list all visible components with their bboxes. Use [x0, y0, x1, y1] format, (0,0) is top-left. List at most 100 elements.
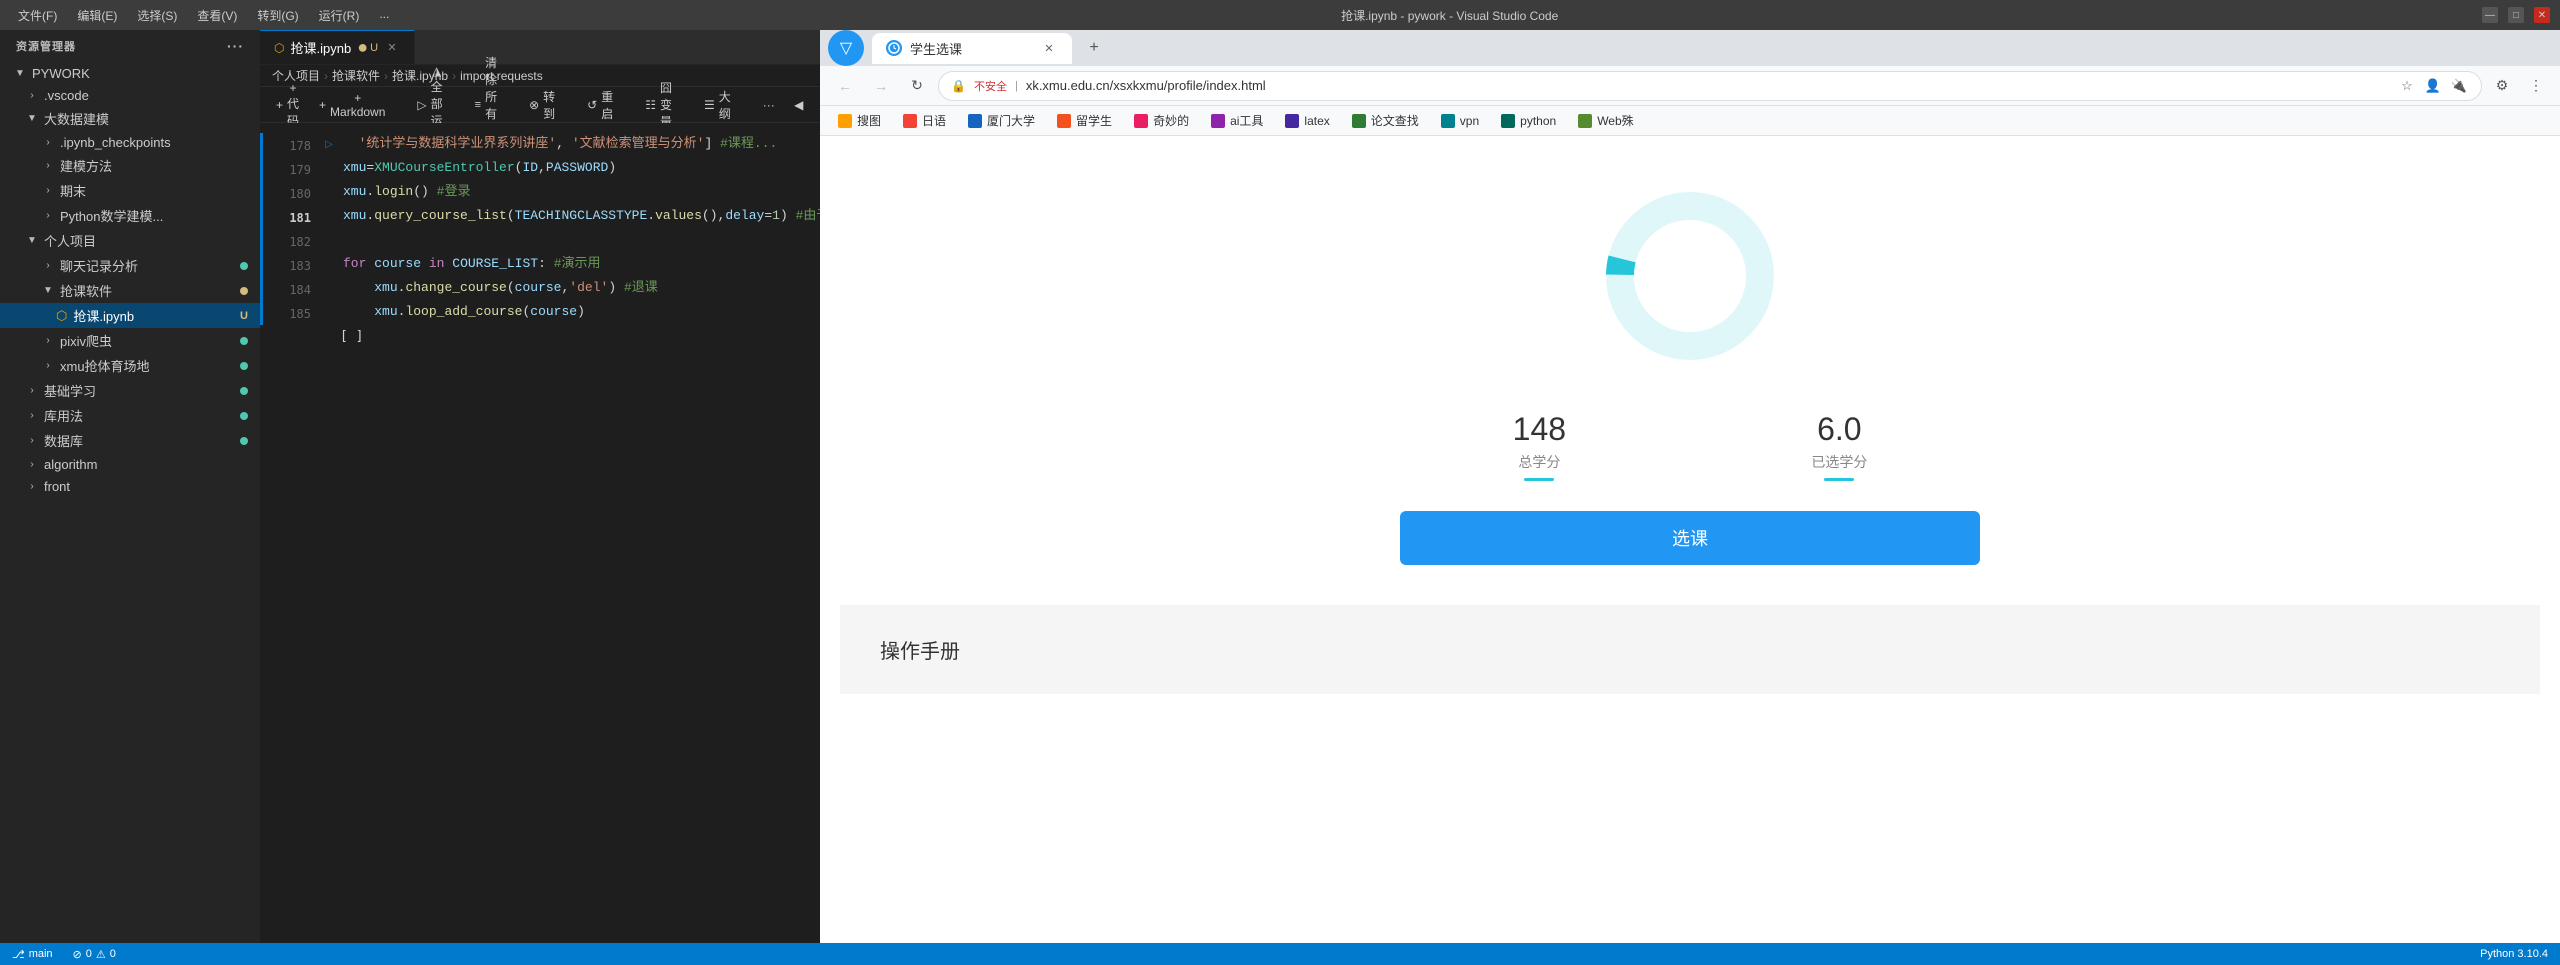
menu-bar[interactable]: 文件(F) 编辑(E) 选择(S) 查看(V) 转到(G) 运行(R) ...	[10, 5, 397, 26]
browser-tab-student[interactable]: 学生选课 ✕	[872, 33, 1072, 64]
output-value: [ ]	[340, 329, 363, 344]
menu-more[interactable]: ...	[371, 5, 397, 26]
browser-reload-button[interactable]: ↻	[902, 71, 932, 101]
menu-edit[interactable]: 编辑(E)	[69, 5, 125, 26]
sidebar-item-qiangke-ipynb[interactable]: ⬡ 抢课.ipynb U	[0, 303, 260, 328]
xmu-gym-label: xmu抢体育场地	[60, 356, 150, 375]
address-bar-input[interactable]	[1026, 78, 2389, 93]
breadcrumb-sep3: ›	[452, 69, 456, 83]
code-line-184[interactable]: xmu.change_course(course,'del') #退课	[343, 278, 820, 298]
extensions-button[interactable]: ⚙	[2488, 72, 2516, 100]
select-course-button[interactable]: 选课	[1400, 511, 1980, 565]
code-line-182[interactable]	[343, 230, 820, 250]
bookmark-vpn[interactable]: vpn	[1431, 111, 1489, 131]
sidebar-item-basic[interactable]: › 基础学习	[0, 378, 260, 403]
sidebar-item-xmu-gym[interactable]: › xmu抢体育场地	[0, 353, 260, 378]
browser-new-tab-button[interactable]: +	[1080, 34, 1108, 62]
sidebar-item-pixiv[interactable]: › pixiv爬虫	[0, 328, 260, 353]
browser-forward-button[interactable]: →	[866, 71, 896, 101]
sidebar-item-algorithm[interactable]: › algorithm	[0, 453, 260, 475]
sidebar-item-personal[interactable]: ▼ 个人项目	[0, 228, 260, 253]
pixiv-label: pixiv爬虫	[60, 331, 112, 350]
bookmark-star-icon[interactable]: ☆	[2397, 76, 2417, 96]
bookmark-sotux[interactable]: 搜图	[828, 109, 891, 132]
close-button[interactable]: ✕	[2534, 7, 2550, 23]
cell-run-button-184	[319, 278, 339, 298]
bookmark-label-sotux: 搜图	[857, 112, 881, 129]
restart-button[interactable]: ↺ 重启	[579, 85, 621, 125]
minimize-button[interactable]: —	[2482, 7, 2498, 23]
menu-view[interactable]: 查看(V)	[189, 5, 245, 26]
bookmark-japanese[interactable]: 日语	[893, 109, 956, 132]
profile-icon[interactable]: 👤	[2423, 76, 2443, 96]
code-line-185[interactable]: xmu.loop_add_course(course)	[343, 302, 820, 322]
code-line-178[interactable]: '统计学与数据科学业界系列讲座', '文献检索管理与分析'] #课程...	[343, 134, 820, 154]
total-credits-value: 148	[1513, 411, 1566, 448]
stats-container: 148 总学分 6.0 已选学分 选课	[1390, 176, 1990, 565]
run-ctrl-prev[interactable]: ◀	[787, 93, 811, 117]
convert-button[interactable]: ⊗ 转到	[521, 85, 563, 125]
convert-label: 转到	[543, 88, 555, 122]
more-button[interactable]: ···	[755, 95, 783, 115]
status-errors[interactable]: ⊘ 0 ⚠ 0	[69, 943, 120, 965]
status-branch[interactable]: ⎇ main	[8, 943, 57, 965]
sidebar-item-bigdata[interactable]: ▼ 大数据建模	[0, 106, 260, 131]
pywork-section-header[interactable]: ▼ PYWORK	[0, 62, 260, 84]
code-line-181[interactable]: xmu.query_course_list(TEACHINGCLASSTYPE.…	[343, 206, 820, 226]
more-icon: ···	[763, 98, 775, 112]
menu-run[interactable]: 运行(R)	[311, 5, 368, 26]
tab-qiangke[interactable]: ⬡ 抢课.ipynb ● U ✕	[260, 30, 415, 64]
tab-close-button[interactable]: ✕	[384, 40, 400, 56]
address-separator: |	[1015, 80, 1018, 92]
bookmark-ai[interactable]: ai工具	[1201, 109, 1273, 132]
chevron-down-icon: ▼	[24, 233, 40, 249]
maximize-button[interactable]: □	[2508, 7, 2524, 23]
bookmark-paper[interactable]: 论文查找	[1342, 109, 1429, 132]
menu-file[interactable]: 文件(F)	[10, 5, 65, 26]
sidebar-item-final[interactable]: › 期末	[0, 178, 260, 203]
title-bar: 文件(F) 编辑(E) 选择(S) 查看(V) 转到(G) 运行(R) ... …	[0, 0, 2560, 30]
browser-menu-button[interactable]: ⋮	[2522, 72, 2550, 100]
sidebar-item-vscode[interactable]: › .vscode	[0, 84, 260, 106]
status-python[interactable]: Python 3.10.4	[2476, 948, 2552, 960]
bookmark-web[interactable]: Web殊	[1568, 109, 1643, 132]
code-line-180[interactable]: xmu.login() #登录	[343, 182, 820, 202]
window-controls[interactable]: — □ ✕	[2482, 7, 2550, 23]
bookmark-qimiaode[interactable]: 奇妙的	[1124, 109, 1199, 132]
final-label: 期末	[60, 181, 86, 200]
bookmark-xmu[interactable]: 厦门大学	[958, 109, 1045, 132]
extension-icon[interactable]: 🔌	[2449, 76, 2469, 96]
sidebar-item-chat-analysis[interactable]: › 聊天记录分析	[0, 253, 260, 278]
breadcrumb-qiangke-software[interactable]: 抢课软件	[332, 67, 380, 84]
bookmark-label-paper: 论文查找	[1371, 112, 1419, 129]
sidebar-item-front[interactable]: › front	[0, 475, 260, 497]
sidebar-item-database[interactable]: › 数据库	[0, 428, 260, 453]
bookmark-latex[interactable]: latex	[1275, 111, 1339, 131]
cell-run-button[interactable]: ▷	[319, 134, 339, 154]
run-ctrl-next[interactable]: ▶	[813, 93, 820, 117]
browser-back-button[interactable]: ←	[830, 71, 860, 101]
sidebar-item-python-modeling[interactable]: › Python数学建模...	[0, 203, 260, 228]
bookmarks-bar: 搜图 日语 厦门大学 留学生 奇妙的 ai工具	[820, 106, 2560, 136]
bookmark-python[interactable]: python	[1491, 111, 1566, 131]
chevron-right-icon: ›	[24, 456, 40, 472]
sidebar-item-ipynb-checkpoints[interactable]: › .ipynb_checkpoints	[0, 131, 260, 153]
sidebar-item-libraries[interactable]: › 库用法	[0, 403, 260, 428]
code-line-183[interactable]: for course in COURSE_LIST: #演示用	[343, 254, 820, 274]
code-area[interactable]: 178 ▷ '统计学与数据科学业界系列讲座', '文献检索管理与分析'] #课程…	[260, 123, 820, 943]
sidebar-item-modeling[interactable]: › 建模方法	[0, 153, 260, 178]
code-line-179[interactable]: xmu=XMUCourseEntroller(ID,PASSWORD)	[343, 158, 820, 178]
outline-button[interactable]: ☰ 大纲	[696, 85, 739, 125]
sidebar-more-button[interactable]: ···	[227, 38, 244, 54]
add-markdown-button[interactable]: + + Markdown	[311, 88, 393, 122]
browser-tab-close-button[interactable]: ✕	[1040, 39, 1058, 57]
menu-select[interactable]: 选择(S)	[129, 5, 185, 26]
sidebar-item-qiangke-software[interactable]: ▼ 抢课软件	[0, 278, 260, 303]
plus-icon: +	[276, 98, 283, 112]
tab-u-badge: U	[370, 42, 378, 54]
menu-goto[interactable]: 转到(G)	[249, 5, 306, 26]
bookmark-label-jp: 日语	[922, 112, 946, 129]
add-markdown-label: + Markdown	[330, 91, 385, 119]
sidebar-header: 资源管理器 ···	[0, 30, 260, 62]
bookmark-liuxuesheng[interactable]: 留学生	[1047, 109, 1122, 132]
